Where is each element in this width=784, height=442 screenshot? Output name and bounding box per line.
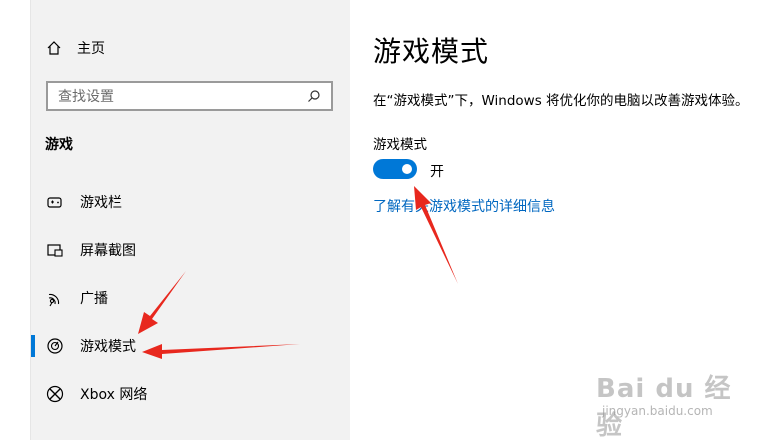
sidebar-item-home[interactable]: 主页: [45, 38, 105, 58]
sidebar-item-label: 游戏栏: [80, 195, 122, 211]
watermark-url: jingyan.baidu.com: [602, 404, 713, 418]
window-left-edge: [0, 0, 31, 440]
sidebar-item-label: 游戏模式: [80, 339, 136, 355]
game-mode-toggle[interactable]: [373, 159, 417, 179]
sidebar-item-xbox[interactable]: Xbox 网络: [31, 372, 350, 416]
sidebar-item-game-mode[interactable]: 游戏模式: [31, 324, 350, 368]
toggle-state-text: 开: [430, 164, 444, 180]
home-icon: [45, 39, 63, 57]
sidebar-item-game-bar[interactable]: 游戏栏: [31, 180, 350, 224]
sidebar-item-label: 屏幕截图: [80, 243, 136, 259]
broadcast-icon: [46, 289, 64, 307]
toggle-knob: [402, 164, 412, 174]
search-placeholder: 查找设置: [58, 89, 114, 105]
search-icon[interactable]: [305, 87, 323, 105]
toggle-label: 游戏模式: [373, 137, 427, 153]
sidebar: 主页 查找设置 游戏 游戏栏 屏幕截图 广播 游戏模式 Xbox 网络: [31, 0, 350, 440]
screenshot-icon: [46, 241, 64, 259]
xbox-icon: [46, 385, 64, 403]
page-title: 游戏模式: [373, 35, 490, 68]
search-input[interactable]: 查找设置: [46, 81, 333, 111]
sidebar-item-label: 广播: [80, 291, 108, 307]
page-description: 在“游戏模式”下，Windows 将优化你的电脑以改善游戏体验。: [373, 93, 749, 109]
watermark: Bai du 经验 jingyan.baidu.com: [596, 368, 746, 441]
sidebar-item-label: Xbox 网络: [80, 387, 148, 403]
game-bar-icon: [46, 193, 64, 211]
sidebar-item-screenshot[interactable]: 屏幕截图: [31, 228, 350, 272]
game-mode-icon: [46, 337, 64, 355]
section-title: 游戏: [45, 137, 73, 153]
sidebar-item-broadcast[interactable]: 广播: [31, 276, 350, 320]
learn-more-link[interactable]: 了解有关游戏模式的详细信息: [373, 196, 555, 216]
sidebar-item-label: 主页: [77, 41, 105, 57]
